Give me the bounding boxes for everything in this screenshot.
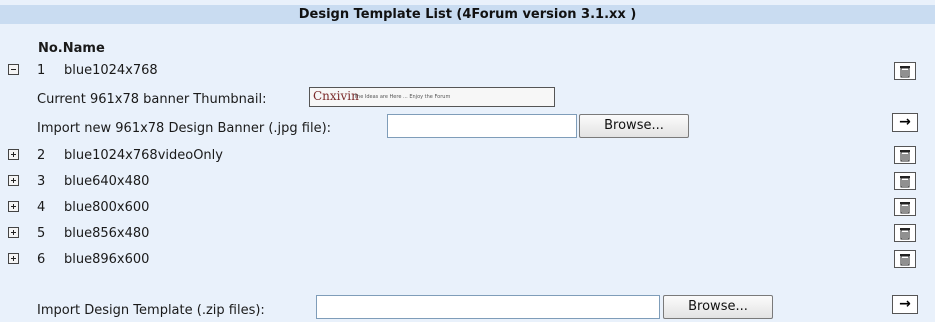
banner-browse-button[interactable]: Browse... [579,114,689,138]
expand-toggle-icon[interactable] [8,175,19,186]
expand-toggle-icon[interactable] [8,201,19,212]
banner-submit-arrow-icon[interactable]: → [892,113,918,132]
template-number: 5 [37,226,46,241]
template-number: 3 [37,174,46,189]
template-name: blue640x480 [64,174,150,189]
template-number: 4 [37,200,46,215]
delete-trash-icon[interactable] [894,224,916,242]
template-browse-button[interactable]: Browse... [663,295,773,319]
template-list-panel: Design Template List (4Forum version 3.1… [0,0,935,322]
delete-trash-icon[interactable] [894,62,916,80]
banner-thumbnail: Cnxivin The Ideas are Here ... Enjoy the… [309,87,555,107]
template-number: 2 [37,148,46,163]
thumbnail-label: Current 961x78 banner Thumbnail: [37,92,267,107]
delete-trash-icon[interactable] [894,172,916,190]
template-number: 6 [37,252,46,267]
template-name: blue1024x768videoOnly [64,148,223,163]
template-zip-input[interactable] [316,295,660,319]
column-header-no-name: No.Name [38,41,105,56]
banner-file-input[interactable] [387,114,577,138]
thumbnail-brand: Cnxivin [313,89,359,103]
template-submit-arrow-icon[interactable]: → [892,295,918,314]
template-number: 1 [37,63,46,78]
delete-trash-icon[interactable] [894,198,916,216]
template-name: blue856x480 [64,226,150,241]
expand-toggle-icon[interactable] [8,253,19,264]
import-banner-label: Import new 961x78 Design Banner (.jpg fi… [37,121,332,136]
template-name: blue896x600 [64,252,150,267]
collapse-toggle-icon[interactable] [8,64,19,75]
delete-trash-icon[interactable] [894,146,916,164]
panel-title: Design Template List (4Forum version 3.1… [0,5,935,24]
expand-toggle-icon[interactable] [8,227,19,238]
expand-toggle-icon[interactable] [8,149,19,160]
template-name: blue800x600 [64,200,150,215]
delete-trash-icon[interactable] [894,250,916,268]
import-template-label: Import Design Template (.zip files): [37,303,265,318]
thumbnail-tagline: The Ideas are Here ... Enjoy the Forum [354,94,451,100]
template-name: blue1024x768 [64,63,158,78]
